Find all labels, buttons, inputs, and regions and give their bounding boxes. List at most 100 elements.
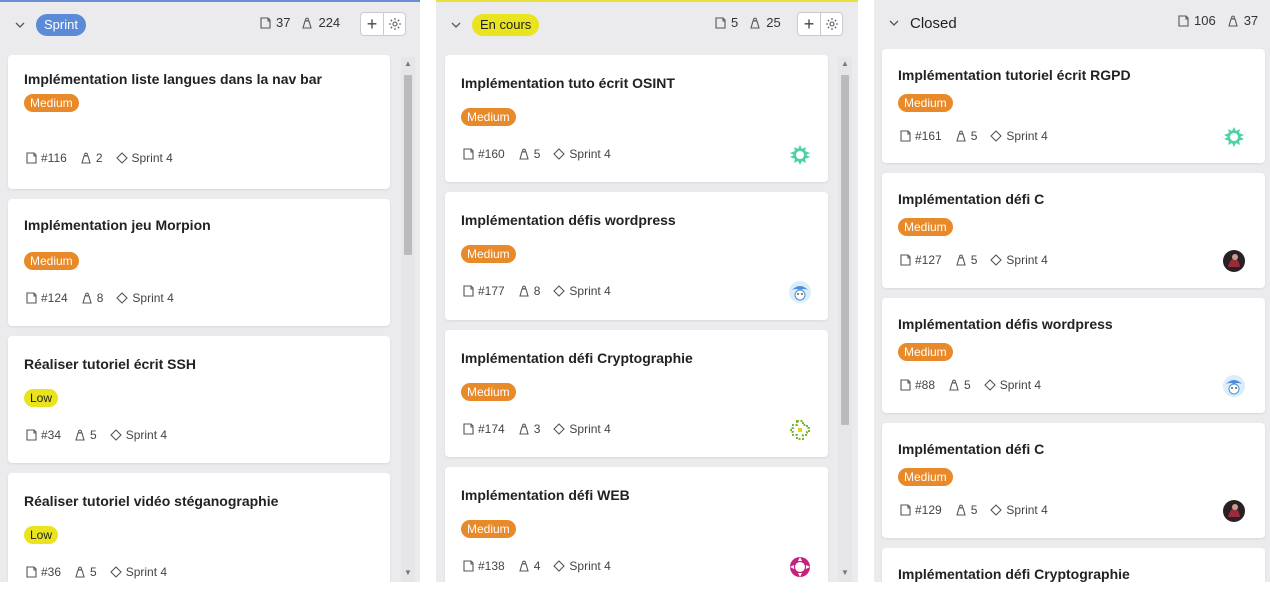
weight-icon [1226,14,1240,28]
weight-icon [300,16,314,30]
ticket-icon [898,378,912,392]
scroll-down-icon[interactable]: ▼ [841,569,849,577]
points-total: 224 [318,15,341,30]
avatar[interactable] [1222,499,1246,523]
diamond-milestone-icon [989,129,1003,143]
chevron-down-icon[interactable] [450,19,462,31]
card-meta: #127 5 Sprint 4 [898,253,1048,267]
card-116[interactable]: Implémentation liste langues dans la nav… [8,55,390,189]
card-title[interactable]: Implémentation défi Cryptographie [898,566,1249,582]
card-124[interactable]: Implémentation jeu Morpion Medium #124 8… [8,199,390,326]
column-stats: 37 224 [258,15,340,30]
avatar[interactable] [788,555,812,579]
card-title[interactable]: Implémentation liste langues dans la nav… [24,71,344,88]
card-title[interactable]: Implémentation défi C [898,191,1249,208]
story-points: 8 [533,284,541,298]
ticket-number[interactable]: #138 [478,559,505,573]
card-127[interactable]: Implémentation défi C Medium #127 5 Spri… [882,173,1265,288]
card-174[interactable]: Implémentation défi Cryptographie Medium… [445,330,828,457]
scroll-thumb[interactable] [841,75,849,425]
milestone[interactable]: Sprint 4 [569,559,610,573]
ticket-icon [461,284,475,298]
card-161[interactable]: Implémentation tutoriel écrit RGPD Mediu… [882,49,1265,163]
gear-icon[interactable] [820,13,842,35]
card-160[interactable]: Implémentation tuto écrit OSINT Medium #… [445,55,828,182]
milestone[interactable]: Sprint 4 [569,422,610,436]
priority-badge: Medium [461,245,516,263]
milestone[interactable]: Sprint 4 [1006,129,1047,143]
scrollbar[interactable]: ▲ ▼ [401,57,415,582]
ticket-number[interactable]: #116 [41,151,67,165]
card-partial[interactable]: Implémentation défi Cryptographie [882,548,1265,582]
milestone[interactable]: Sprint 4 [126,428,167,442]
scrollbar[interactable]: ▲ ▼ [838,57,852,582]
ticket-number[interactable]: #127 [915,253,942,267]
scroll-thumb[interactable] [404,75,412,255]
card-title[interactable]: Implémentation tuto écrit OSINT [461,75,812,92]
avatar[interactable] [1222,249,1246,273]
card-title[interactable]: Réaliser tutoriel écrit SSH [24,356,374,373]
card-title[interactable]: Implémentation jeu Morpion [24,217,374,234]
card-meta: #34 5 Sprint 4 [24,428,167,442]
ticket-number[interactable]: #177 [478,284,505,298]
card-title[interactable]: Implémentation défi C [898,441,1249,458]
chevron-down-icon[interactable] [888,17,900,29]
card-title[interactable]: Implémentation défis wordpress [461,212,812,229]
card-title[interactable]: Implémentation défi Cryptographie [461,350,812,367]
card-177[interactable]: Implémentation défis wordpress Medium #1… [445,192,828,320]
card-title[interactable]: Implémentation tutoriel écrit RGPD [898,67,1249,84]
weight-icon [517,422,531,436]
plus-icon[interactable]: + [798,13,820,35]
milestone[interactable]: Sprint 4 [132,291,173,305]
ticket-number[interactable]: #160 [478,147,505,161]
scroll-down-icon[interactable]: ▼ [404,569,412,577]
milestone[interactable]: Sprint 4 [569,147,610,161]
story-points: 5 [90,565,97,579]
story-points: 5 [970,129,978,143]
avatar[interactable] [1222,125,1246,149]
card-36[interactable]: Réaliser tutoriel vidéo stéganographie L… [8,473,390,582]
ticket-number[interactable]: #36 [41,565,61,579]
milestone[interactable]: Sprint 4 [1006,253,1047,267]
milestone[interactable]: Sprint 4 [132,151,173,165]
card-138[interactable]: Implémentation défi WEB Medium #138 4 Sp… [445,467,828,582]
gear-icon[interactable] [383,13,405,35]
ticket-number[interactable]: #161 [915,129,942,143]
ticket-icon [898,129,912,143]
avatar[interactable] [788,418,812,442]
milestone[interactable]: Sprint 4 [1006,503,1047,517]
card-meta: #138 4 Sprint 4 [461,559,611,573]
weight-icon [517,284,531,298]
avatar[interactable] [788,143,812,167]
chevron-down-icon[interactable] [14,19,26,31]
card-88[interactable]: Implémentation défis wordpress Medium #8… [882,298,1265,413]
weight-icon [73,565,87,579]
priority-badge: Medium [898,94,953,112]
priority-badge: Medium [461,520,516,538]
avatar[interactable] [1222,374,1246,398]
card-129[interactable]: Implémentation défi C Medium #129 5 Spri… [882,423,1265,538]
card-title[interactable]: Implémentation défi WEB [461,487,812,504]
column-actions: + [797,12,843,36]
plus-icon[interactable]: + [361,13,383,35]
ticket-number[interactable]: #129 [915,503,942,517]
avatar[interactable] [788,280,812,304]
card-meta: #161 5 Sprint 4 [898,129,1048,143]
scroll-up-icon[interactable]: ▲ [404,60,412,68]
diamond-milestone-icon [552,147,566,161]
ticket-number[interactable]: #174 [478,422,505,436]
ticket-number[interactable]: #88 [915,378,935,392]
ticket-number[interactable]: #34 [41,428,61,442]
card-34[interactable]: Réaliser tutoriel écrit SSH Low #34 5 Sp… [8,336,390,463]
points-total: 25 [766,15,781,30]
milestone[interactable]: Sprint 4 [126,565,167,579]
card-title[interactable]: Réaliser tutoriel vidéo stéganographie [24,493,374,510]
card-meta: #129 5 Sprint 4 [898,503,1048,517]
milestone[interactable]: Sprint 4 [569,284,610,298]
milestone[interactable]: Sprint 4 [1000,378,1041,392]
priority-badge: Medium [24,252,79,270]
story-points: 4 [533,559,541,573]
ticket-number[interactable]: #124 [41,291,68,305]
scroll-up-icon[interactable]: ▲ [841,60,849,68]
card-title[interactable]: Implémentation défis wordpress [898,316,1249,333]
